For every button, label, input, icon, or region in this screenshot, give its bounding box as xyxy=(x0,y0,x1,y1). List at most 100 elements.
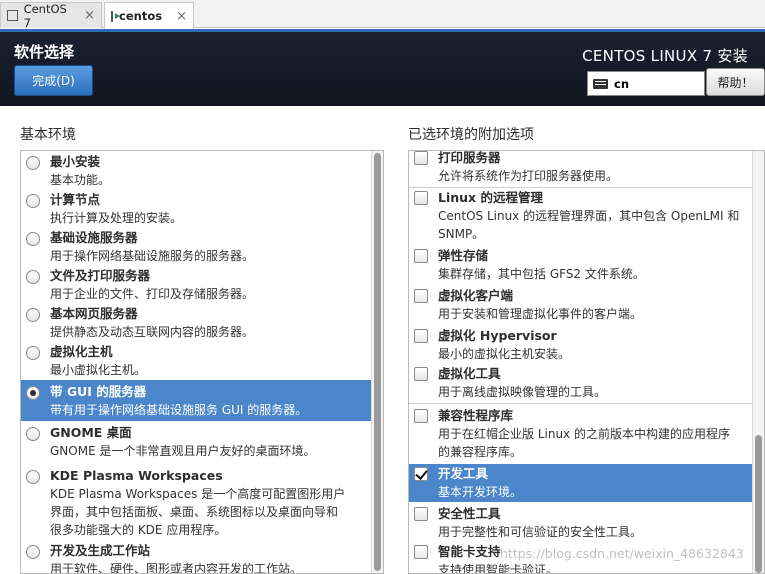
item-title: 计算节点 xyxy=(50,192,101,207)
item-description: 用于软件、硬件、图形或者内容开发的工作站。 xyxy=(50,562,303,574)
item-title: 带 GUI 的服务器 xyxy=(50,384,147,399)
done-button[interactable]: 完成(D) xyxy=(14,65,93,96)
item-description: GNOME 是一个非常直观且用户友好的桌面环境。 xyxy=(50,444,316,458)
addons-heading: 已选环境的附加选项 xyxy=(408,127,534,143)
item-description-line: 很多功能强大的 KDE 应用程序。 xyxy=(50,523,227,537)
radio-button-selected[interactable] xyxy=(26,386,40,400)
environment-item-file-print-server[interactable]: 文件及打印服务器 用于企业的文件、打印及存储服务器。 xyxy=(21,266,371,304)
environment-item-minimal[interactable]: 最小安装 基本功能。 xyxy=(21,152,371,190)
item-description: 用于企业的文件、打印及存储服务器。 xyxy=(50,287,255,301)
right-scrollbar-thumb[interactable] xyxy=(755,435,762,573)
item-title: 虚拟化主机 xyxy=(50,344,113,359)
item-description-line: 用于在红帽企业版 Linux 的之前版本中构建的应用程序 xyxy=(438,427,730,441)
environment-item-compute-node[interactable]: 计算节点 执行计算及处理的安装。 xyxy=(21,190,371,228)
item-description-line: 用于离线虚拟映像管理的工具。 xyxy=(438,385,607,399)
addon-item-security-tools[interactable]: 安全性工具 用于完整性和可信验证的安全性工具。 xyxy=(409,504,754,542)
item-title: 虚拟化工具 xyxy=(438,366,501,381)
item-description-line: 的兼容程序库。 xyxy=(438,445,523,459)
radio-button[interactable] xyxy=(26,346,40,360)
radio-button[interactable] xyxy=(26,545,40,559)
installer-header: 软件选择 完成(D) CENTOS LINUX 7 安装 cn 帮助！ xyxy=(0,29,765,106)
item-description-line: KDE Plasma Workspaces 是一个高度可配置图形用户 xyxy=(50,487,346,501)
item-description: 基本功能。 xyxy=(50,173,111,187)
checkbox[interactable] xyxy=(414,545,428,559)
page-title: 软件选择 xyxy=(14,43,75,61)
item-title: 打印服务器 xyxy=(438,150,501,165)
browser-tab-bar: CentOS 7 × centos × xyxy=(0,0,765,30)
checkbox[interactable] xyxy=(414,151,428,165)
item-title: 虚拟化 Hypervisor xyxy=(438,328,557,343)
item-title: 兼容性程序库 xyxy=(438,408,514,423)
item-title: 开发及生成工作站 xyxy=(50,543,151,558)
addon-item-development-tools[interactable]: 开发工具 基本开发环境。 xyxy=(409,464,757,502)
item-description-line: 支持使用智能卡验证。 xyxy=(438,563,559,574)
radio-button[interactable] xyxy=(26,270,40,284)
environment-item-kde-plasma[interactable]: KDE Plasma Workspaces KDE Plasma Workspa… xyxy=(21,466,371,548)
addon-item-virtualization-client[interactable]: 虚拟化客户端 用于安装和管理虚拟化事件的客户端。 xyxy=(409,286,754,324)
left-scrollbar-thumb[interactable] xyxy=(374,153,381,571)
base-environment-list[interactable]: 最小安装 基本功能。 计算节点 执行计算及处理的安装。 基础设施服务器 用于操作… xyxy=(20,150,384,574)
environment-item-dev-workstation[interactable]: 开发及生成工作站 用于软件、硬件、图形或者内容开发的工作站。 xyxy=(21,541,371,574)
close-icon[interactable]: × xyxy=(84,8,95,23)
item-description-line: 界面，其中包括面板、桌面、系统图标以及桌面向导和 xyxy=(50,505,339,519)
environment-item-server-with-gui[interactable]: 带 GUI 的服务器 带有用于操作网络基础设施服务 GUI 的服务器。 xyxy=(21,380,371,421)
watermark-text: https://blog.csdn.net/weixin_48632843 xyxy=(500,546,744,561)
keyboard-layout-label: cn xyxy=(614,76,630,91)
item-title: GNOME 桌面 xyxy=(50,425,132,440)
close-icon[interactable]: × xyxy=(176,9,187,24)
addon-item-compat-libraries[interactable]: 兼容性程序库 用于在红帽企业版 Linux 的之前版本中构建的应用程序 的兼容程… xyxy=(409,406,754,463)
item-title: 安全性工具 xyxy=(438,506,501,521)
checkbox[interactable] xyxy=(414,367,428,381)
checkbox[interactable] xyxy=(414,329,428,343)
running-vm-icon xyxy=(111,10,121,22)
vm-icon xyxy=(7,10,18,21)
addon-options-list[interactable]: 打印服务器 允许将系统作为打印服务器使用。 Linux 的远程管理 CentOS… xyxy=(408,150,765,574)
radio-button[interactable] xyxy=(26,194,40,208)
radio-button[interactable] xyxy=(26,470,40,484)
checkbox[interactable] xyxy=(414,507,428,521)
tab-label: CentOS 7 xyxy=(23,1,67,30)
item-title: 弹性存储 xyxy=(438,248,489,263)
radio-button[interactable] xyxy=(26,156,40,170)
tab-centos[interactable]: centos × xyxy=(104,2,194,29)
item-title: 基本网页服务器 xyxy=(50,306,138,321)
checkbox-checked[interactable] xyxy=(414,467,428,481)
item-title: KDE Plasma Workspaces xyxy=(50,468,223,483)
item-description: 用于操作网络基础设施服务的服务器。 xyxy=(50,249,255,263)
item-description: 带有用于操作网络基础设施服务 GUI 的服务器。 xyxy=(50,403,308,417)
item-title: 虚拟化客户端 xyxy=(438,288,514,303)
tab-centos-7[interactable]: CentOS 7 × xyxy=(0,1,102,30)
addon-item-virtualization-tools[interactable]: 虚拟化工具 用于离线虚拟映像管理的工具。 xyxy=(409,364,754,402)
environment-item-virtualization-host[interactable]: 虚拟化主机 最小虚拟化主机。 xyxy=(21,342,371,380)
item-title: 文件及打印服务器 xyxy=(50,268,151,283)
addon-item-print-server[interactable]: 打印服务器 允许将系统作为打印服务器使用。 xyxy=(409,150,754,186)
radio-button[interactable] xyxy=(26,308,40,322)
item-description-line: SNMP。 xyxy=(438,227,485,241)
addon-item-resilient-storage[interactable]: 弹性存储 集群存储，其中包括 GFS2 文件系统。 xyxy=(409,246,754,284)
checkbox[interactable] xyxy=(414,191,428,205)
radio-button[interactable] xyxy=(26,427,40,441)
item-title: 开发工具 xyxy=(438,466,489,481)
base-environment-heading: 基本环境 xyxy=(20,127,76,143)
checkbox[interactable] xyxy=(414,249,428,263)
item-title: 最小安装 xyxy=(50,154,101,169)
addon-item-virtualization-hypervisor[interactable]: 虚拟化 Hypervisor 最小的虚拟化主机安装。 xyxy=(409,326,754,364)
item-description-line: 允许将系统作为打印服务器使用。 xyxy=(438,169,619,183)
item-title: 基础设施服务器 xyxy=(50,230,138,245)
item-description-line: CentOS Linux 的远程管理界面，其中包含 OpenLMI 和 xyxy=(438,209,740,223)
environment-item-infrastructure-server[interactable]: 基础设施服务器 用于操作网络基础设施服务的服务器。 xyxy=(21,228,371,266)
keyboard-layout-indicator[interactable]: cn xyxy=(587,71,705,96)
divider xyxy=(409,403,754,404)
right-scrollbar[interactable] xyxy=(752,151,764,573)
item-description: 最小虚拟化主机。 xyxy=(50,363,147,377)
checkbox[interactable] xyxy=(414,409,428,423)
help-button[interactable]: 帮助！ xyxy=(706,68,765,96)
checkbox[interactable] xyxy=(414,289,428,303)
environment-item-web-server[interactable]: 基本网页服务器 提供静态及动态互联网内容的服务器。 xyxy=(21,304,371,342)
item-description-line: 用于安装和管理虚拟化事件的客户端。 xyxy=(438,307,643,321)
item-description: 提供静态及动态互联网内容的服务器。 xyxy=(50,325,255,339)
environment-item-gnome-desktop[interactable]: GNOME 桌面 GNOME 是一个非常直观且用户友好的桌面环境。 xyxy=(21,423,371,463)
radio-button[interactable] xyxy=(26,232,40,246)
addon-item-remote-management[interactable]: Linux 的远程管理 CentOS Linux 的远程管理界面，其中包含 Op… xyxy=(409,188,754,245)
left-scrollbar[interactable] xyxy=(371,151,383,573)
